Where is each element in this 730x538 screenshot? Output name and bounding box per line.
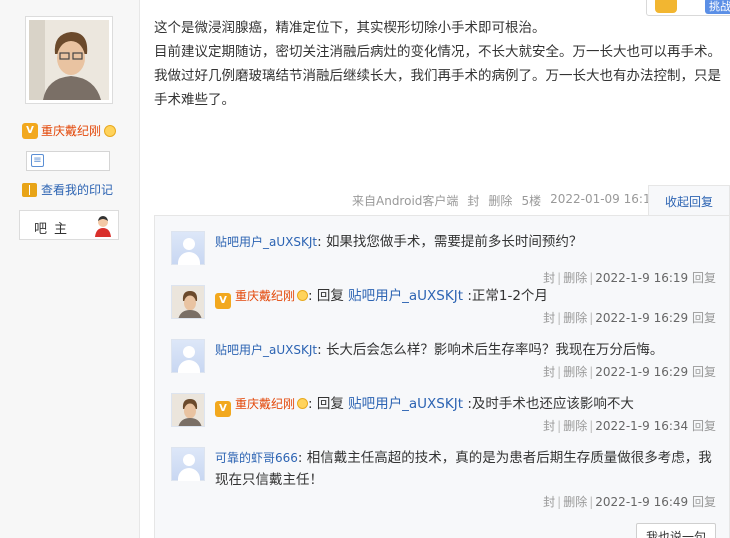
- smile-badge-icon: [297, 398, 309, 409]
- post-paragraph: 这个是微浸润腺癌，精准定位下，其实楔形切除小手术即可根治。: [154, 20, 546, 36]
- reply-word: 回复: [316, 288, 344, 304]
- smile-badge-icon: [104, 124, 117, 137]
- reply-text: 可靠的虾哥666: 相信戴主任高超的技术，真的是为患者后期生存质量做很多考虑，我…: [215, 450, 712, 488]
- reply-time: 2022-1-9 16:34: [595, 419, 689, 433]
- reply-link[interactable]: 回复: [692, 271, 716, 285]
- reply-text: V 重庆戴纪刚: 回复 贴吧用户_aUXSKJt :正常1-2个月: [215, 285, 715, 309]
- vip-crown-icon: V: [215, 293, 231, 309]
- smile-badge-icon: [297, 290, 309, 301]
- add-comment-button[interactable]: 我也说一句: [636, 523, 716, 538]
- block-link[interactable]: 封: [543, 419, 555, 433]
- reply-author-link[interactable]: 可靠的虾哥666: [215, 451, 298, 465]
- reply-avatar[interactable]: [171, 339, 205, 373]
- post-meta: 来自Android客户端 封 删除 5楼 2022-01-09 16:11: [352, 192, 658, 209]
- level-icon: ≡: [31, 154, 44, 167]
- block-link[interactable]: 封: [543, 365, 555, 379]
- vip-crown-icon: V: [215, 401, 231, 417]
- reply-meta: 封 | 删除 | 2022-1-9 16:34 回复: [543, 419, 716, 433]
- my-marks-row[interactable]: 查看我的印记: [22, 181, 113, 198]
- delete-link[interactable]: 删除: [563, 419, 587, 433]
- reply-link[interactable]: 回复: [692, 365, 716, 379]
- challenge-tag: 挑战: [705, 0, 730, 14]
- reply-meta: 封 | 删除 | 2022-1-9 16:19 回复: [543, 271, 716, 285]
- delete-link[interactable]: 删除: [488, 192, 512, 209]
- top-challenge-badge[interactable]: 挑战: [646, 0, 730, 16]
- fold-replies-button[interactable]: 收起回复: [648, 185, 730, 216]
- block-link[interactable]: 封: [543, 311, 555, 325]
- post-paragraph: 目前建议定期随访，密切关注消融后病灶的变化情况，不长大就安全。万一长大也可以再手…: [154, 44, 721, 60]
- reply-target-link[interactable]: 贴吧用户_aUXSKJt: [348, 396, 463, 412]
- reply-avatar[interactable]: [171, 393, 205, 427]
- reply-text: 贴吧用户_aUXSKJt: 长大后会怎么样？影响术后生存率吗？我现在万分后悔。: [215, 342, 664, 358]
- post-paragraph: 我做过好几例磨玻璃结节消融后继续长大，我们再手术的病例了。万一长大也有办法控制，…: [154, 68, 721, 108]
- reply-time: 2022-1-9 16:29: [595, 365, 689, 379]
- my-marks-link[interactable]: 查看我的印记: [41, 181, 113, 198]
- user-level-box[interactable]: ≡: [26, 151, 110, 171]
- reply-link[interactable]: 回复: [692, 311, 716, 325]
- reply-link[interactable]: 回复: [692, 495, 716, 509]
- user-avatar[interactable]: [25, 16, 113, 104]
- reply-avatar[interactable]: [171, 285, 205, 319]
- reply-meta: 封 | 删除 | 2022-1-9 16:49 回复: [543, 495, 716, 509]
- block-link[interactable]: 封: [543, 495, 555, 509]
- reply-meta: 封 | 删除 | 2022-1-9 16:29 回复: [543, 365, 716, 379]
- delete-link[interactable]: 删除: [563, 365, 587, 379]
- reply-time: 2022-1-9 16:19: [595, 271, 689, 285]
- post-content: 这个是微浸润腺癌，精准定位下，其实楔形切除小手术即可根治。 目前建议定期随访，密…: [154, 16, 724, 112]
- reply-avatar[interactable]: [171, 447, 205, 481]
- reply-panel: 贴吧用户_aUXSKJt: 如果找您做手术，需要提前多长时间预约？ 封 | 删除 | 2…: [154, 215, 730, 538]
- reply-author-link[interactable]: 贴吧用户_aUXSKJt: [215, 235, 317, 249]
- block-link[interactable]: 封: [467, 192, 479, 209]
- baozhu-label: 吧主: [34, 222, 75, 237]
- reply-meta: 封 | 删除 | 2022-1-9 16:29 回复: [543, 311, 716, 325]
- reply-text: 贴吧用户_aUXSKJt: 如果找您做手术，需要提前多长时间预约？: [215, 234, 583, 250]
- delete-link[interactable]: 删除: [563, 271, 587, 285]
- reply-content: :及时手术也还应该影响不大: [467, 396, 634, 412]
- vip-crown-icon: V: [22, 122, 38, 139]
- reply-time: 2022-1-9 16:29: [595, 311, 689, 325]
- reply-avatar[interactable]: [171, 231, 205, 265]
- delete-link[interactable]: 删除: [563, 311, 587, 325]
- baozhu-badge: 吧主: [19, 210, 119, 240]
- reply-target-link[interactable]: 贴吧用户_aUXSKJt: [348, 288, 463, 304]
- reply-content: :正常1-2个月: [467, 288, 548, 304]
- reply-author-link[interactable]: 重庆戴纪刚: [235, 289, 295, 303]
- post-time: 2022-01-09 16:11: [550, 192, 659, 206]
- book-icon: [22, 182, 37, 197]
- crown-icon: [655, 0, 677, 13]
- reply-word: 回复: [316, 396, 344, 412]
- baozhu-person-icon: [95, 216, 111, 237]
- delete-link[interactable]: 删除: [563, 495, 587, 509]
- reply-content: 长大后会怎么样？影响术后生存率吗？我现在万分后悔。: [325, 342, 664, 358]
- user-sidebar: V 重庆戴纪刚 ≡ 查看我的印记 吧主: [0, 0, 140, 538]
- reply-link[interactable]: 回复: [692, 419, 716, 433]
- reply-content: 如果找您做手术，需要提前多长时间预约？: [325, 234, 583, 250]
- client-source-link[interactable]: 来自Android客户端: [352, 192, 458, 209]
- reply-author-link[interactable]: 重庆戴纪刚: [235, 397, 295, 411]
- block-link[interactable]: 封: [543, 271, 555, 285]
- avatar-photo: [29, 20, 109, 100]
- floor-number: 5楼: [521, 194, 542, 208]
- user-name-row: V 重庆戴纪刚: [22, 122, 117, 139]
- reply-author-link[interactable]: 贴吧用户_aUXSKJt: [215, 343, 317, 357]
- user-name-link[interactable]: 重庆戴纪刚: [41, 122, 101, 139]
- reply-text: V 重庆戴纪刚: 回复 贴吧用户_aUXSKJt :及时手术也还应该影响不大: [215, 393, 715, 417]
- reply-time: 2022-1-9 16:49: [595, 495, 689, 509]
